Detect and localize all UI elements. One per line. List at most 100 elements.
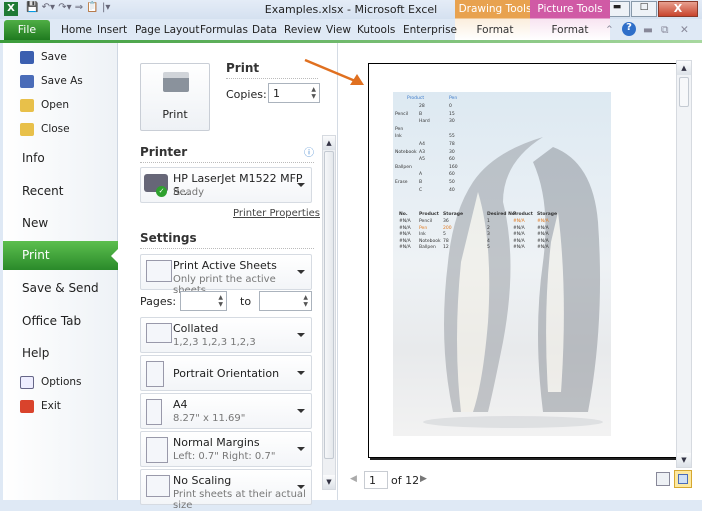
preview-cell: 12 [443, 245, 449, 250]
preview-cell: #N/A [399, 245, 411, 250]
scroll-down-icon[interactable]: ▼ [323, 475, 335, 489]
preview-cell: Ink [395, 134, 402, 140]
previous-page-icon[interactable]: ◀ [350, 474, 357, 484]
backstage-nav: Save Save As Open Close Info Recent New … [3, 43, 118, 500]
print-button[interactable]: Print [140, 63, 210, 131]
preview-cell: 4 [487, 238, 490, 244]
chevron-down-icon [297, 270, 305, 278]
preview-cell: 36 [443, 219, 449, 224]
ribbon-collapse-icon[interactable]: ⌃ [605, 24, 614, 36]
print-button-label: Print [162, 108, 188, 121]
next-page-icon[interactable]: ▶ [420, 474, 427, 484]
margins-dropdown[interactable]: Normal Margins Left: 0.7" Right: 0.7" [140, 431, 312, 467]
scroll-up-icon[interactable]: ▲ [677, 61, 691, 75]
preview-cell: Ballpen [395, 164, 412, 170]
scroll-thumb[interactable] [324, 151, 334, 459]
maximize-button[interactable]: □ [631, 1, 657, 17]
nav-print[interactable]: Print [3, 241, 118, 270]
nav-save-as-label: Save As [41, 75, 83, 87]
preview-cell: 15 [449, 111, 455, 117]
preview-cell: Notebook [395, 149, 417, 155]
preview-cell: Storage [537, 212, 558, 217]
zoom-to-page-button[interactable] [674, 470, 692, 488]
nav-exit-label: Exit [41, 400, 61, 412]
nav-new[interactable]: New [22, 216, 48, 230]
nav-recent[interactable]: Recent [22, 184, 63, 198]
info-icon[interactable]: ⓘ [304, 144, 314, 159]
collation-dropdown[interactable]: Collated 1,2,3 1,2,3 1,2,3 [140, 317, 312, 353]
preview-cell: 50 [449, 180, 455, 185]
sheets-icon [146, 260, 172, 282]
preview-cell: Pen [395, 126, 404, 132]
zoom-page-icon [678, 474, 688, 484]
margins-sub: Left: 0.7" Right: 0.7" [173, 451, 276, 462]
tab-home[interactable]: Home [61, 24, 92, 36]
scaling-icon [146, 475, 170, 497]
paper-size-title: A4 [173, 398, 188, 411]
preview-cell: Pencil [395, 111, 409, 117]
tab-enterprise[interactable]: Enterprise [403, 24, 457, 36]
preview-cell: Notebook [419, 238, 441, 244]
nav-info[interactable]: Info [22, 151, 45, 165]
scroll-down-icon[interactable]: ▼ [677, 453, 691, 467]
paper-size-sub: 8.27" x 11.69" [173, 413, 246, 424]
nav-help[interactable]: Help [22, 346, 49, 360]
preview-cell: #N/A [399, 232, 411, 237]
workbook-restore-icon[interactable]: ⧉ [661, 24, 669, 37]
preview-cell: 30 [449, 149, 455, 155]
settings-scrollbar[interactable]: ▲ ▼ [322, 135, 336, 490]
paper-size-dropdown[interactable]: A4 8.27" x 11.69" [140, 393, 312, 429]
page-navigator: ◀ 1 of 12 ▶ [338, 468, 702, 494]
exit-icon [20, 400, 34, 413]
print-what-dropdown[interactable]: Print Active Sheets Only print the active… [140, 254, 312, 296]
preview-cell: Hard [419, 119, 430, 125]
spinner-arrows-icon[interactable]: ▲ ▼ [218, 294, 223, 308]
selected-pointer-icon [104, 249, 118, 263]
page-number-value: 1 [369, 474, 376, 487]
tab-data[interactable]: Data [252, 24, 277, 36]
tab-view[interactable]: View [326, 24, 351, 36]
preview-scrollbar[interactable]: ▲ ▼ [676, 60, 692, 468]
tab-page-layout[interactable]: Page Layout [135, 24, 199, 36]
penguin-background-image: Product Pen 28 0 Pencil B 15 Hard 30 Pen Ink 55 A4 78… [393, 92, 611, 436]
preview-cell: Ballpen [419, 245, 436, 250]
pages-to-input[interactable]: ▲ ▼ [259, 291, 312, 311]
show-margins-button[interactable] [656, 472, 670, 486]
preview-cell: B [419, 111, 423, 117]
nav-save-label: Save [41, 51, 67, 63]
options-icon [20, 376, 34, 389]
orientation-dropdown[interactable]: Portrait Orientation [140, 355, 312, 391]
pages-from-input[interactable]: ▲ ▼ [180, 291, 227, 311]
file-tab[interactable]: File [4, 20, 50, 40]
chevron-down-icon [297, 183, 305, 191]
tab-insert[interactable]: Insert [97, 24, 127, 36]
preview-cell: A4 [419, 142, 425, 147]
spinner-arrows-icon[interactable]: ▲ ▼ [303, 294, 308, 308]
preview-cell: 2 [487, 225, 490, 231]
margins-title: Normal Margins [173, 436, 260, 449]
preview-cell: #N/A [513, 238, 525, 244]
nav-save-send[interactable]: Save & Send [22, 281, 99, 295]
workbook-minimize-icon[interactable]: ▬ [643, 24, 653, 36]
preview-cell: 60 [449, 157, 455, 163]
scroll-up-icon[interactable]: ▲ [323, 136, 335, 150]
printer-dropdown[interactable]: ✓ HP LaserJet M1522 MFP S... Ready [140, 167, 312, 203]
open-folder-icon [20, 99, 34, 112]
tab-review[interactable]: Review [284, 24, 321, 36]
drawing-tools-label: Drawing Tools [458, 3, 532, 15]
nav-open-label: Open [41, 99, 70, 111]
nav-options-label: Options [41, 376, 82, 388]
preview-cell: 60 [449, 172, 455, 178]
workbook-close-icon[interactable]: ✕ [680, 24, 689, 36]
tab-kutools[interactable]: Kutools [357, 24, 395, 36]
nav-office-tab[interactable]: Office Tab [22, 314, 81, 328]
close-button[interactable]: X [658, 1, 698, 17]
tab-formulas[interactable]: Formulas [200, 24, 248, 36]
printer-icon [163, 72, 189, 92]
preview-cell: #N/A [537, 219, 549, 224]
help-icon[interactable]: ? [622, 22, 636, 36]
printer-properties-link[interactable]: Printer Properties [233, 208, 320, 219]
scroll-thumb[interactable] [679, 77, 689, 107]
preview-cell: A3 [419, 149, 425, 155]
page-number-input[interactable]: 1 [364, 471, 388, 489]
